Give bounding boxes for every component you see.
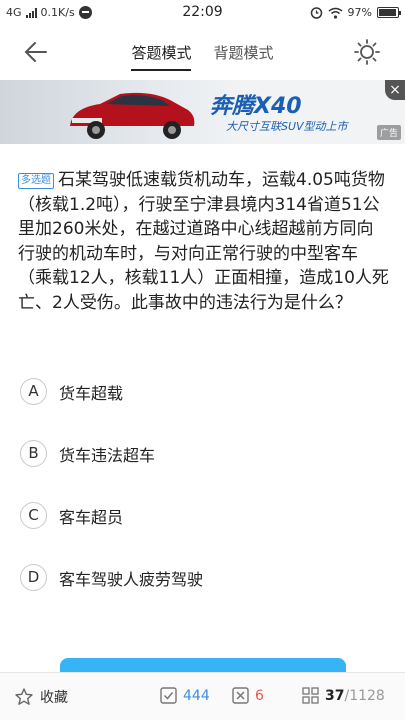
ad-tag: 广告: [376, 125, 401, 140]
question-text: 石某驾驶低速载货机动车，运载4.05吨货物（核载1.2吨），行驶至宁津县境内31…: [18, 170, 389, 313]
option-text: 货车违法超车: [59, 445, 156, 465]
x-box-icon: [232, 687, 249, 704]
nav-bar: 答题模式 背题模式: [0, 26, 405, 78]
brightness-icon[interactable]: [353, 38, 381, 66]
option-text: 客车驾驶人疲劳驾驶: [59, 569, 204, 589]
option-letter: B: [20, 440, 47, 467]
option-text: 客车超员: [59, 507, 124, 527]
status-right: 97%: [310, 6, 401, 19]
total-questions: /1128: [344, 687, 385, 704]
favorite-label: 收藏: [40, 690, 68, 706]
battery-fill: [379, 9, 396, 16]
wrong-counter[interactable]: 6: [232, 687, 264, 704]
grid-icon: [302, 687, 319, 704]
tab-answer-mode[interactable]: 答题模式: [131, 42, 192, 71]
ad-brand: 奔腾X40: [210, 94, 302, 119]
ad-slogan: 大尺寸互联SUV型动上市: [226, 120, 348, 133]
question-type-badge: 多选题: [18, 173, 54, 189]
close-icon[interactable]: ×: [385, 80, 405, 100]
option-a[interactable]: A 货车超载: [20, 378, 123, 405]
option-letter: A: [20, 378, 47, 405]
tab-review-mode[interactable]: 背题模式: [214, 42, 274, 71]
current-question: 37: [325, 687, 345, 704]
correct-count: 444: [183, 687, 210, 704]
alarm-icon: [310, 7, 322, 19]
status-bar: 4G 0.1K/s 22:09 97%: [0, 0, 405, 26]
question-progress[interactable]: 37/1128: [302, 687, 385, 704]
bottom-bar: 收藏 444 6 37/1128: [0, 672, 405, 720]
battery-percent: 97%: [347, 6, 372, 19]
car-image: [70, 92, 195, 139]
option-letter: D: [20, 564, 47, 591]
mode-tabs: 答题模式 背题模式: [0, 42, 405, 71]
check-box-icon: [160, 687, 177, 704]
star-icon: [15, 688, 33, 705]
correct-counter[interactable]: 444: [160, 687, 210, 704]
ad-banner[interactable]: 奔腾X40 大尺寸互联SUV型动上市 × 广告: [0, 80, 405, 144]
option-d[interactable]: D 客车驾驶人疲劳驾驶: [20, 564, 203, 591]
question: 多选题 石某驾驶低速载货机动车，运载4.05吨货物（核载1.2吨），行驶至宁津县境…: [18, 168, 390, 315]
option-c[interactable]: C 客车超员: [20, 502, 123, 529]
battery-icon: [377, 7, 401, 18]
favorite-button[interactable]: 收藏: [14, 687, 68, 707]
wrong-count: 6: [255, 687, 264, 704]
option-text: 货车超载: [59, 383, 124, 403]
option-letter: C: [20, 502, 47, 529]
option-b[interactable]: B 货车违法超车: [20, 440, 155, 467]
wifi-icon: [328, 7, 343, 19]
